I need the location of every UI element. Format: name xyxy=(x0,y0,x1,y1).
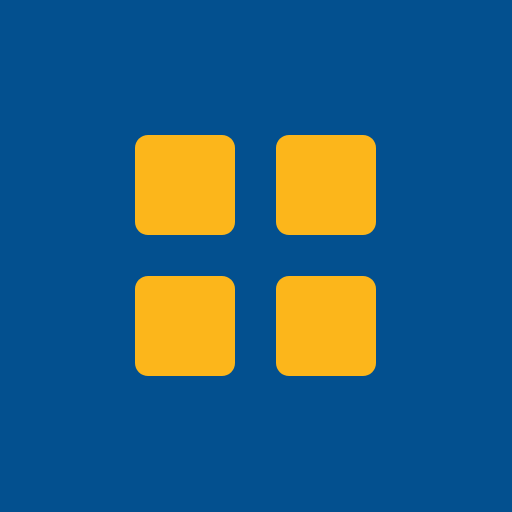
grid-tile-bottom-left xyxy=(135,276,235,376)
grid-tile-top-left xyxy=(135,135,235,235)
grid-tile-bottom-right xyxy=(276,276,376,376)
grid-tile-top-right xyxy=(276,135,376,235)
grid-app-icon xyxy=(0,0,512,512)
